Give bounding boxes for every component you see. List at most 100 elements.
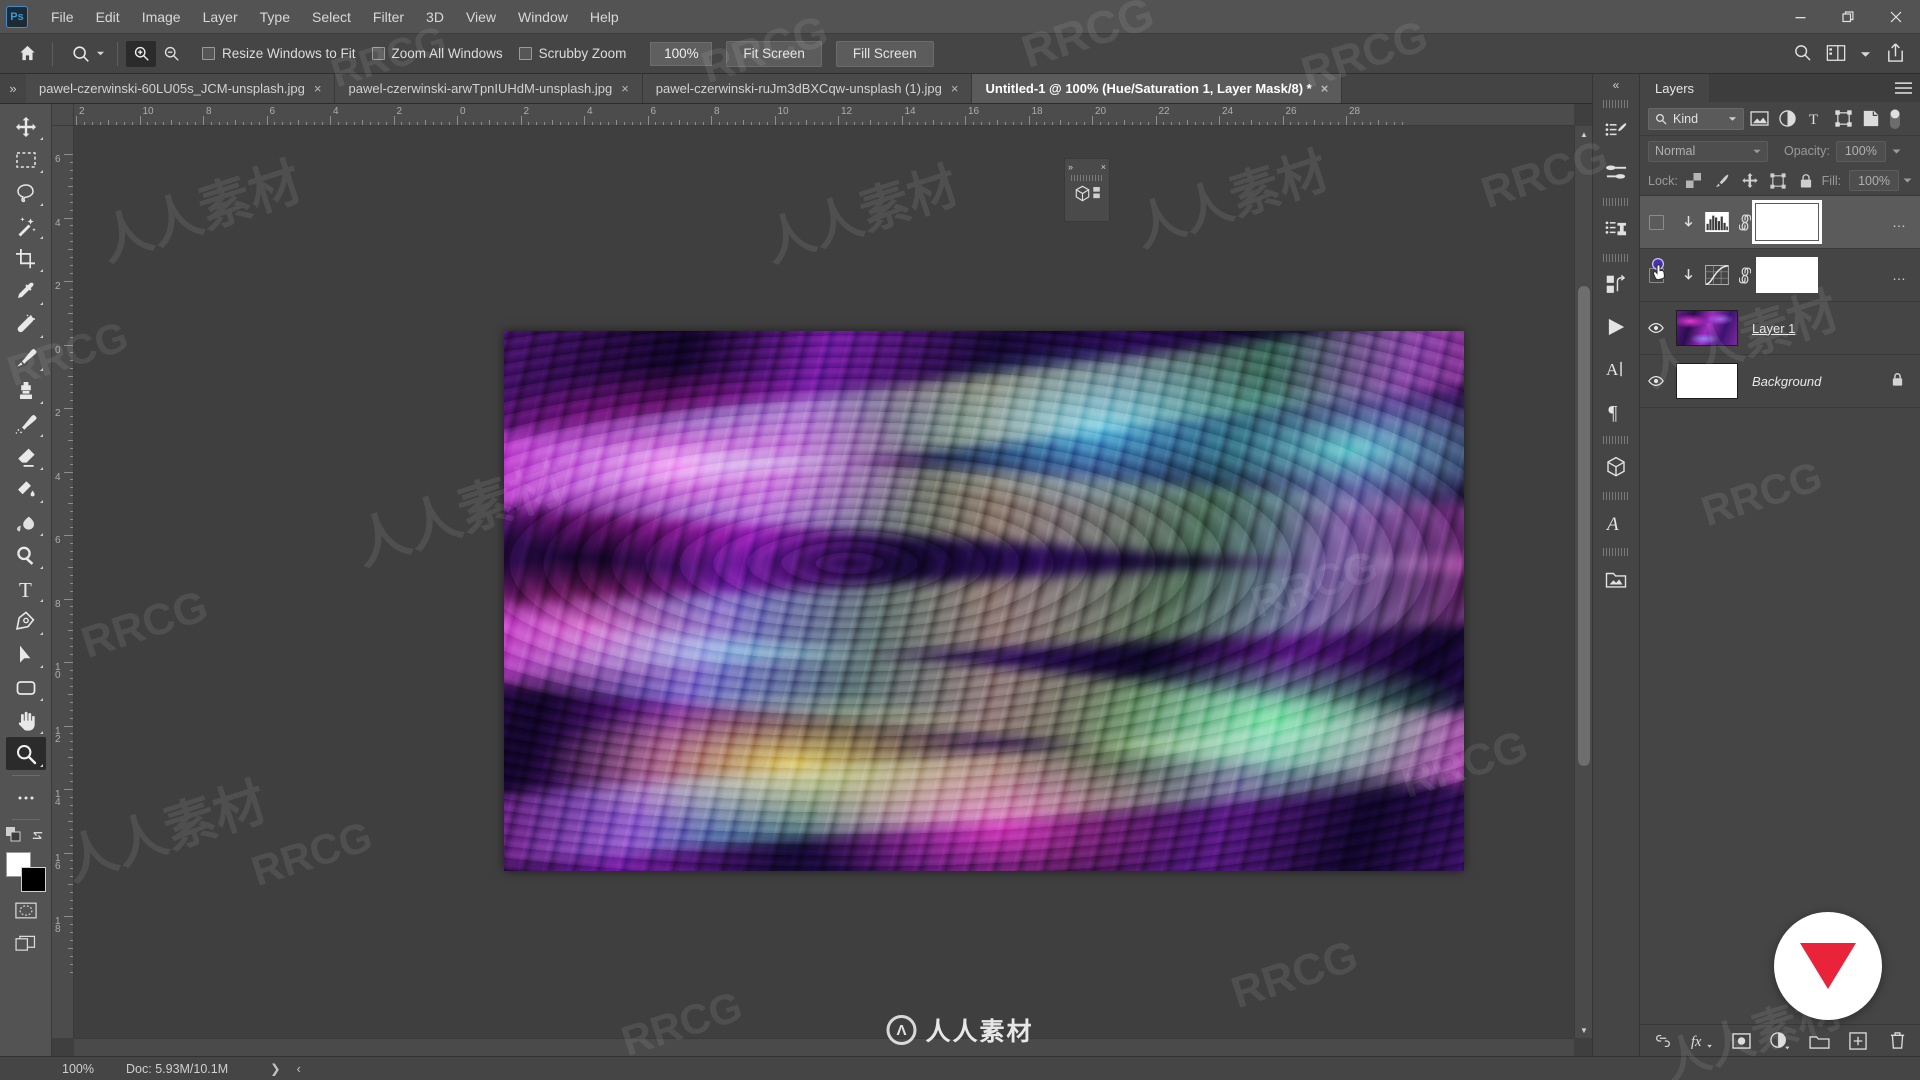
3d-object-icon[interactable] [1074,185,1091,205]
gradient-tool[interactable] [6,473,46,506]
layer-mask-thumbnail[interactable] [1752,200,1822,244]
document-tab[interactable]: pawel-czerwinski-arwTpnIUHdM-unsplash.jp… [335,74,643,103]
pen-tool[interactable] [6,605,46,638]
brush-settings-panel-icon[interactable] [1595,152,1637,194]
paragraph-panel-icon[interactable]: ¶ [1595,390,1637,432]
close-tab-icon[interactable]: × [951,81,959,96]
blur-tool[interactable] [6,506,46,539]
filter-toggle-icon[interactable] [1886,107,1904,131]
layer-overflow-icon[interactable]: … [1892,214,1920,230]
menu-item-view[interactable]: View [455,4,507,30]
menu-item-layer[interactable]: Layer [192,4,249,30]
rectangle-tool[interactable] [6,671,46,704]
menu-item-type[interactable]: Type [249,4,301,30]
mini-panel-close-icon[interactable]: × [1101,162,1106,172]
swap-colors-icon[interactable] [30,828,45,846]
layers-list[interactable]: … … Layer 1 Background [1640,196,1920,1024]
eyedropper-tool[interactable] [6,275,46,308]
fit-screen-button[interactable]: Fit Screen [726,40,822,67]
layer-row[interactable]: … [1640,249,1920,302]
glyphs-panel-icon[interactable]: A [1595,502,1637,544]
new-fill-adjustment-layer-icon[interactable] [1769,1030,1791,1052]
status-zoom-level[interactable]: 100% [52,1062,104,1076]
zoom-in-button[interactable] [126,40,156,67]
shape-filter-icon[interactable] [1830,107,1856,131]
minimize-button[interactable] [1776,0,1824,34]
menu-item-image[interactable]: Image [131,4,192,30]
screen-mode-icon[interactable] [6,927,46,960]
move-tool[interactable] [6,110,46,143]
menu-item-select[interactable]: Select [301,4,362,30]
actions-panel-icon[interactable] [1595,264,1637,306]
zoom-tool[interactable] [5,737,46,770]
crop-tool[interactable] [6,242,46,275]
hand-tool[interactable] [6,704,46,737]
layer-visibility-toggle[interactable] [1640,302,1672,354]
layer-row[interactable]: Layer 1 [1640,302,1920,355]
fill-input[interactable]: 100% [1849,170,1900,191]
link-mask-icon[interactable] [1734,213,1756,231]
rectangular-marquee-tool[interactable] [6,143,46,176]
workspace-icon[interactable] [1826,44,1846,65]
eye-off-box[interactable] [1648,267,1664,283]
menu-item-window[interactable]: Window [507,4,579,30]
panel-menu-icon[interactable] [1895,74,1912,102]
layer-thumbnail[interactable] [1676,310,1738,346]
color-swatches[interactable] [4,850,48,894]
layer-name[interactable]: Layer 1 [1752,321,1795,336]
3d-panel-icon[interactable] [1595,446,1637,488]
document-tab-active[interactable]: Untitled-1 @ 100% (Hue/Saturation 1, Lay… [972,74,1343,103]
artwork-canvas[interactable] [504,331,1464,871]
layer-visibility-toggle[interactable] [1640,355,1672,407]
checkbox-box[interactable] [371,47,385,60]
spot-healing-brush-tool[interactable] [6,308,46,341]
layer-visibility-toggle[interactable] [1640,196,1672,248]
close-tab-icon[interactable]: × [1321,81,1329,96]
checkbox-resize-windows-to-fit[interactable]: Resize Windows to Fit [202,46,356,61]
scroll-up-icon[interactable]: ▲ [1575,126,1593,142]
checkbox-box[interactable] [518,47,532,60]
vertical-scrollbar[interactable]: ▲ ▼ [1574,126,1592,1038]
type-filter-icon[interactable]: T [1802,107,1828,131]
canvas-viewport[interactable] [74,126,1574,1038]
brushes-panel-icon[interactable] [1595,110,1637,152]
horizontal-ruler[interactable]: 2 10 8 6 4 2 0 2 4 6 8 10 12 14 16 18 20 22 24 26 28 [74,104,1574,126]
lock-artboard-icon[interactable] [1766,170,1790,192]
horizontal-type-tool[interactable]: T [6,572,46,605]
layer-name[interactable]: Background [1752,374,1821,389]
blend-mode-select[interactable]: Normal [1648,140,1768,162]
clone-source-panel-icon[interactable] [1595,208,1637,250]
collapse-panels-icon[interactable]: « [1592,74,1640,96]
checkbox-box[interactable] [202,47,215,60]
add-layer-style-icon[interactable]: fx [1691,1030,1713,1052]
eraser-tool[interactable] [6,440,46,473]
close-tab-icon[interactable]: × [314,81,322,96]
clone-stamp-tool[interactable] [6,374,46,407]
share-icon[interactable] [1885,42,1906,66]
lock-all-icon[interactable] [1794,170,1818,192]
new-group-icon[interactable] [1808,1030,1830,1052]
quick-mask-icon[interactable] [6,894,46,927]
layer-thumbnail[interactable] [1676,363,1738,399]
new-layer-icon[interactable] [1847,1030,1869,1052]
smart-object-filter-icon[interactable] [1858,107,1884,131]
tab-layers[interactable]: Layers [1640,74,1710,102]
menu-item-3d[interactable]: 3D [415,4,455,30]
menu-item-edit[interactable]: Edit [85,4,131,30]
dodge-tool[interactable] [6,539,46,572]
edit-toolbar-tool[interactable] [6,781,46,814]
close-tab-icon[interactable]: × [621,81,629,96]
layer-overflow-icon[interactable]: … [1892,267,1920,283]
add-layer-mask-icon[interactable] [1730,1030,1752,1052]
menu-item-filter[interactable]: Filter [362,4,415,30]
status-expand-icon[interactable]: ❯ [270,1061,280,1076]
status-doc-info[interactable]: Doc: 5.93M/10.1M [126,1062,228,1076]
layer-mask-thumbnail[interactable] [1756,257,1818,293]
curves-icon[interactable] [1700,260,1734,290]
scrollbar-thumb[interactable] [1578,286,1590,766]
layer-row[interactable]: Background [1640,355,1920,408]
status-collapse-icon[interactable]: ‹ [297,1062,301,1076]
menu-item-file[interactable]: File [40,4,85,30]
link-layers-icon[interactable] [1652,1030,1674,1052]
link-mask-icon[interactable] [1734,266,1756,284]
